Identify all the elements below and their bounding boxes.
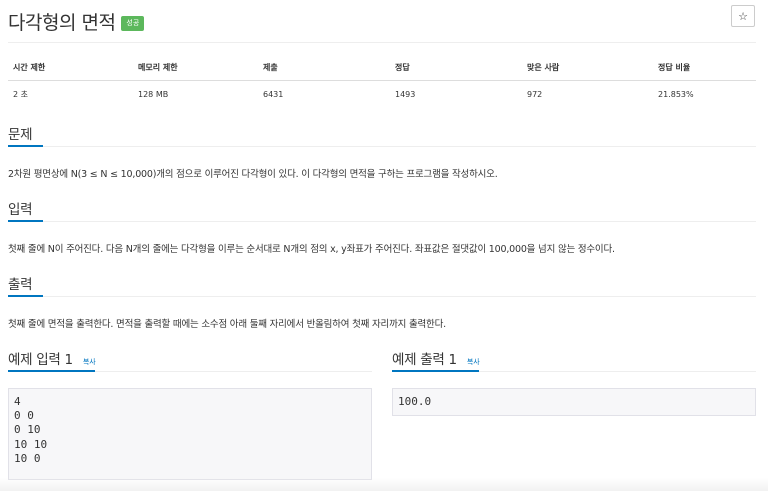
section-problem-text: 2차원 평면상에 N(3 ≤ N ≤ 10,000)개의 점으로 이루어진 다각… [8,169,498,180]
section-problem-underline [8,145,43,147]
header-accepted: 정답 [390,56,522,81]
sample-output-heading: 예제 출력 1 복사 [392,352,480,368]
sample-output-box[interactable]: 100.0 [392,388,756,416]
section-problem-line [8,146,756,147]
section-output-text: 첫째 줄에 면적을 출력한다. 면적을 출력할 때에는 소수점 아래 둘째 자리… [8,319,446,330]
value-solved-users: 972 [527,90,543,99]
sample-input-heading: 예제 입력 1 복사 [8,352,96,368]
header-memory-limit: 메모리 제한 [133,56,258,81]
copy-sample-output-link[interactable]: 복사 [467,358,480,366]
status-badge: 성공 [121,15,145,31]
section-problem-heading: 문제 [8,127,33,143]
section-input-underline [8,220,43,222]
star-icon: ☆ [738,10,748,23]
header-divider [8,42,756,43]
bottom-fade [0,478,768,491]
value-time-limit: 2 초 [13,90,28,99]
section-output-heading: 출력 [8,277,33,293]
info-value-row: 2 초 128 MB 6431 1493 972 21.853% [8,81,756,108]
section-input-line [8,221,756,222]
sample-output-underline [392,370,479,372]
problem-header: 다각형의 면적 성공 [8,6,145,36]
value-accept-ratio: 21.853% [658,90,694,99]
header-time-limit: 시간 제한 [8,56,133,81]
value-submissions: 6431 [263,90,284,99]
value-memory-limit: 128 MB [138,90,169,99]
star-button[interactable]: ☆ [731,5,755,27]
section-output-underline [8,295,43,297]
section-input-heading: 입력 [8,202,33,218]
sample-input-underline [8,370,95,372]
problem-title: 다각형의 면적 [8,11,116,34]
section-input-text: 첫째 줄에 N이 주어진다. 다음 N개의 줄에는 다각형을 이루는 순서대로 … [8,244,615,255]
header-submissions: 제출 [258,56,390,81]
copy-sample-input-link[interactable]: 복사 [83,358,96,366]
problem-info-table: 시간 제한 메모리 제한 제출 정답 맞은 사람 정답 비율 2 초 128 M… [8,56,756,107]
header-solved-users: 맞은 사람 [522,56,653,81]
section-output-line [8,296,756,297]
info-header-row: 시간 제한 메모리 제한 제출 정답 맞은 사람 정답 비율 [8,56,756,81]
sample-input-box[interactable]: 4 0 0 0 10 10 10 10 0 [8,388,372,480]
value-accepted: 1493 [395,90,416,99]
problem-page: 다각형의 면적 성공 ☆ 시간 제한 메모리 제한 제출 정답 맞은 사람 정답… [0,0,768,491]
header-accept-ratio: 정답 비율 [653,56,756,81]
